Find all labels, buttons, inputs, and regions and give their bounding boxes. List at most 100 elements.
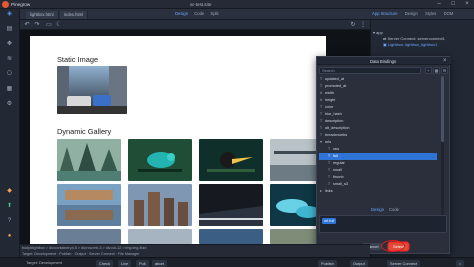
gallery-photo-reflection (57, 184, 121, 226)
redo-icon[interactable]: ↷ (34, 22, 40, 28)
gallery-thumb-10[interactable] (128, 229, 192, 244)
select-button-highlight-ring (381, 240, 405, 252)
tab-lightbox[interactable]: lightbox.html (26, 10, 59, 19)
alerts-icon[interactable]: ◆ (4, 187, 15, 196)
more-icon[interactable]: ⋮ (360, 22, 366, 28)
status-pull[interactable]: Pull (136, 259, 149, 267)
binding-item-regular[interactable]: Tregular (319, 160, 437, 167)
text-icon: T (319, 126, 323, 130)
text-icon: T (319, 112, 323, 116)
gallery-thumb-5[interactable] (57, 184, 121, 226)
dialog-close-icon[interactable]: × (443, 58, 447, 64)
components-icon[interactable]: ✥ (4, 40, 15, 49)
static-image[interactable] (57, 66, 127, 114)
status-abort[interactable]: abort (152, 259, 167, 267)
tab-split[interactable]: Split (210, 11, 218, 16)
status-output[interactable]: Output (350, 259, 368, 267)
binding-item-color[interactable]: Tcolor (319, 104, 437, 111)
text-icon: T (319, 77, 323, 81)
gallery-thumb-7[interactable] (199, 184, 263, 226)
device-desktop-icon[interactable]: ▭ (46, 22, 52, 28)
binding-item-raw[interactable]: Traw (319, 146, 437, 153)
gallery-thumb-1[interactable] (57, 139, 121, 181)
open-file-icon[interactable]: ▤ (4, 25, 15, 34)
text-icon: T (327, 168, 331, 172)
plus-square-icon[interactable]: + (425, 67, 432, 74)
dialog-header: Data Bindings × (317, 57, 451, 65)
tree-item-lightbox[interactable]: ▣ Lightbox: lightbox_lightbox1 (373, 42, 473, 48)
status-live[interactable]: Live (118, 259, 132, 267)
binding-item-promoted-at[interactable]: Tpromoted_at (319, 83, 437, 90)
gallery-thumb-2[interactable] (128, 139, 192, 181)
deploy-icon[interactable]: ⬆ (4, 202, 15, 211)
server-connect-icon[interactable]: ⎔ (4, 70, 15, 79)
refresh-icon[interactable]: ↻ (350, 22, 356, 28)
tab-index[interactable]: index.html (60, 10, 89, 19)
tab-app-structure[interactable]: App Structure (372, 11, 398, 16)
tab-styles[interactable]: Styles (425, 11, 436, 16)
binding-item-blur-hash[interactable]: Tblur_hash (319, 111, 437, 118)
binding-item-links[interactable]: ▸ links (319, 188, 437, 195)
right-panel-tabs: App Structure Design Styles DOM (372, 11, 459, 16)
status-server-connect[interactable]: Server Connect (387, 259, 421, 267)
data-bindings-dialog: Data Bindings × Search + ▦ ⚙ Tupdated_at… (316, 56, 451, 254)
static-image-photo (57, 66, 127, 114)
design-toolbar: ↶ ↷ ▭ ☾ ↻ ⋮ (20, 20, 370, 30)
settings-icon[interactable]: ⚙ (4, 100, 15, 109)
left-sidebar: ◈ ▤ ✥ ≋ ⎔ ▦ ⚙ ◆ ⬆ ? ● (0, 9, 20, 257)
tab-design-mode[interactable]: Design (371, 207, 384, 212)
gallery-thumb-3[interactable] (199, 139, 263, 181)
binding-item-height[interactable]: # height (319, 97, 437, 104)
tab-code[interactable]: Code (194, 11, 204, 16)
scrollbar-thumb[interactable] (441, 76, 444, 142)
tab-dom[interactable]: DOM (444, 11, 454, 16)
scrollbar-track[interactable] (441, 76, 444, 226)
status-check[interactable]: Check (96, 259, 114, 267)
binding-item-breadcrumbs[interactable]: Tbreadcrumbs (319, 132, 437, 139)
minimize-icon[interactable]: – (432, 0, 446, 9)
gallery-photo-river (57, 139, 121, 181)
binding-item-thumb[interactable]: Tthumb (319, 174, 437, 181)
grid-icon[interactable]: ▦ (433, 67, 440, 74)
binding-token[interactable]: url.full (322, 218, 337, 224)
binding-item-urls[interactable]: ▾ urls (319, 139, 437, 146)
close-icon[interactable]: × (460, 0, 474, 9)
binding-item-small-s3[interactable]: Tsmall_s3 (319, 181, 437, 188)
assets-icon[interactable]: ▦ (4, 85, 15, 94)
binding-item-alt-description[interactable]: Talt_description (319, 125, 437, 132)
user-icon[interactable]: ● (4, 232, 15, 241)
text-icon: T (319, 105, 323, 109)
gallery-thumb-6[interactable] (128, 184, 192, 226)
chevron-down-icon: ▾ (320, 140, 322, 144)
search-input[interactable]: Search (319, 67, 421, 74)
binding-item-small[interactable]: Tsmall (319, 167, 437, 174)
undo-icon[interactable]: ↶ (24, 22, 30, 28)
text-icon: T (327, 175, 331, 179)
settings-icon[interactable]: ⚙ (441, 67, 448, 74)
gallery-thumb-9[interactable] (57, 229, 121, 244)
view-mode-tabs: Design Code Split (175, 11, 224, 16)
logo-mark-icon[interactable]: ◈ (4, 10, 15, 19)
layers-icon[interactable]: ≋ (4, 55, 15, 64)
bottom-panel: body#lightbox > div.container.pt-5 > div… (20, 244, 370, 257)
binding-item-description[interactable]: Tdescription (319, 118, 437, 125)
expression-editor[interactable]: url.full (319, 215, 447, 233)
binding-item-full[interactable]: Tfull (319, 153, 437, 160)
notifications-icon[interactable]: • (456, 259, 464, 267)
element-breadcrumbs[interactable]: body#lightbox > div.container.pt-5 > div… (22, 246, 372, 251)
binding-item-updated-at[interactable]: Tupdated_at (319, 76, 437, 83)
tab-code-mode[interactable]: Code (389, 207, 399, 212)
gallery-photo-city (128, 184, 192, 226)
help-icon[interactable]: ? (4, 217, 15, 226)
target-status[interactable]: Target: Development (26, 260, 62, 265)
maximize-icon[interactable]: □ (446, 0, 460, 9)
text-icon: T (319, 84, 323, 88)
static-image-heading: Static Image (57, 55, 99, 64)
theme-toggle-icon[interactable]: ☾ (56, 22, 62, 28)
binding-item-width[interactable]: # width (319, 90, 437, 97)
tab-design-panel[interactable]: Design (405, 11, 418, 16)
app-name: Pinegrow (11, 1, 31, 7)
gallery-thumb-11[interactable] (199, 229, 263, 244)
status-publish[interactable]: Publish (318, 259, 337, 267)
tab-design[interactable]: Design (175, 11, 188, 16)
